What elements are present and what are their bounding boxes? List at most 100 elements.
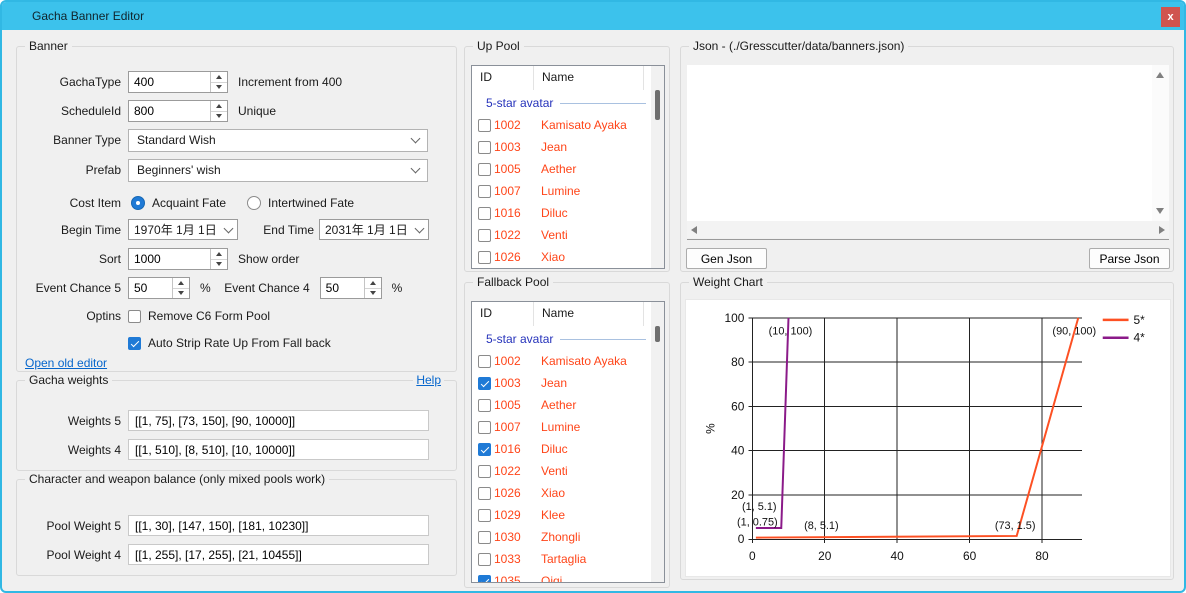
schedule-id-spinner[interactable] <box>128 100 228 122</box>
open-old-editor-link[interactable]: Open old editor <box>25 356 107 370</box>
row-checkbox[interactable] <box>478 251 491 264</box>
name-column-header[interactable]: Name <box>534 302 644 326</box>
horizontal-scrollbar[interactable] <box>687 221 1169 238</box>
row-checkbox[interactable] <box>478 509 491 522</box>
json-textarea-wrap <box>687 65 1169 221</box>
list-item[interactable]: 1007Lumine <box>472 416 653 438</box>
scroll-left-icon[interactable] <box>691 226 697 234</box>
spin-down-button[interactable] <box>211 82 227 93</box>
weights-4-input[interactable] <box>129 440 428 459</box>
row-checkbox[interactable] <box>478 399 491 412</box>
scroll-down-icon[interactable] <box>1156 208 1164 214</box>
scrollbar-thumb[interactable] <box>655 326 660 342</box>
list-item[interactable]: 1022Venti <box>472 460 653 482</box>
prefab-combobox[interactable]: Beginners' wish <box>128 159 428 182</box>
row-checkbox[interactable] <box>478 355 491 368</box>
spin-down-button[interactable] <box>365 288 381 299</box>
spin-up-button[interactable] <box>365 278 381 288</box>
banner-type-combobox[interactable]: Standard Wish <box>128 129 428 152</box>
row-checkbox[interactable] <box>478 207 491 220</box>
close-button[interactable]: x <box>1161 7 1180 27</box>
row-checkbox[interactable] <box>478 575 491 584</box>
spin-up-button[interactable] <box>211 101 227 111</box>
row-checkbox[interactable] <box>478 229 491 242</box>
scroll-up-icon[interactable] <box>1156 72 1164 78</box>
list-item[interactable]: 1003Jean <box>472 136 653 158</box>
row-checkbox[interactable] <box>478 421 491 434</box>
list-item[interactable]: 1033Tartaglia <box>472 548 653 570</box>
list-item[interactable]: 1005Aether <box>472 394 653 416</box>
acquaint-fate-radio[interactable] <box>131 196 145 210</box>
list-item[interactable]: 1002Kamisato Ayaka <box>472 350 653 372</box>
event-chance-4-input[interactable] <box>321 278 364 298</box>
spin-down-button[interactable] <box>211 111 227 122</box>
fallback-pool-list[interactable]: ID Name 5-star avatar 1002Kamisato Ayaka… <box>471 301 665 583</box>
spin-down-button[interactable] <box>173 288 189 299</box>
list-item[interactable]: 1002Kamisato Ayaka <box>472 114 653 136</box>
gacha-type-spinner[interactable] <box>128 71 228 93</box>
row-checkbox[interactable] <box>478 487 491 500</box>
spin-up-button[interactable] <box>173 278 189 288</box>
json-textarea[interactable] <box>687 65 1152 221</box>
sort-input[interactable] <box>129 249 210 269</box>
auto-strip-label[interactable]: Auto Strip Rate Up From Fall back <box>148 336 331 350</box>
event-chance-5-spinner[interactable] <box>128 277 190 299</box>
item-id: 1026 <box>494 250 541 264</box>
row-checkbox[interactable] <box>478 443 491 456</box>
list-item[interactable]: 1005Aether <box>472 158 653 180</box>
begin-time-datepicker[interactable]: 1970年 1月 1日 <box>128 219 238 240</box>
list-item[interactable]: 1029Klee <box>472 504 653 526</box>
row-checkbox[interactable] <box>478 163 491 176</box>
intertwined-fate-radio[interactable] <box>247 196 261 210</box>
remove-c6-label[interactable]: Remove C6 Form Pool <box>148 309 270 323</box>
spin-up-button[interactable] <box>211 72 227 82</box>
vertical-scrollbar[interactable] <box>651 66 664 268</box>
row-checkbox[interactable] <box>478 119 491 132</box>
pool-weight-5-field[interactable] <box>128 515 429 536</box>
gen-json-button[interactable]: Gen Json <box>686 248 767 269</box>
spin-up-button[interactable] <box>211 249 227 259</box>
event-chance-5-input[interactable] <box>129 278 172 298</box>
row-checkbox[interactable] <box>478 465 491 478</box>
id-column-header[interactable]: ID <box>472 66 534 90</box>
row-checkbox[interactable] <box>478 531 491 544</box>
name-column-header[interactable]: Name <box>534 66 644 90</box>
vertical-scrollbar[interactable] <box>651 302 664 582</box>
list-item[interactable]: 1030Zhongli <box>472 526 653 548</box>
list-item[interactable]: 1035Qiqi <box>472 570 653 583</box>
list-item[interactable]: 1003Jean <box>472 372 653 394</box>
intertwined-fate-label[interactable]: Intertwined Fate <box>268 196 354 210</box>
sort-spinner[interactable] <box>128 248 228 270</box>
scroll-right-icon[interactable] <box>1159 226 1165 234</box>
pool-weight-4-input[interactable] <box>129 545 428 564</box>
weights-5-field[interactable] <box>128 410 429 431</box>
acquaint-fate-label[interactable]: Acquaint Fate <box>152 196 226 210</box>
schedule-id-input[interactable] <box>129 101 210 121</box>
event-chance-4-spinner[interactable] <box>320 277 382 299</box>
spin-down-button[interactable] <box>211 259 227 270</box>
row-checkbox[interactable] <box>478 141 491 154</box>
end-time-datepicker[interactable]: 2031年 1月 1日 <box>319 219 429 240</box>
up-pool-list[interactable]: ID Name 5-star avatar 1002Kamisato Ayaka… <box>471 65 665 269</box>
help-link[interactable]: Help <box>413 373 444 388</box>
remove-c6-checkbox[interactable] <box>128 310 141 323</box>
pool-weight-5-input[interactable] <box>129 516 428 535</box>
row-checkbox[interactable] <box>478 185 491 198</box>
row-checkbox[interactable] <box>478 377 491 390</box>
list-item[interactable]: 1022Venti <box>472 224 653 246</box>
parse-json-button[interactable]: Parse Json <box>1089 248 1170 269</box>
gacha-type-input[interactable] <box>129 72 210 92</box>
row-checkbox[interactable] <box>478 553 491 566</box>
id-column-header[interactable]: ID <box>472 302 534 326</box>
weights-4-field[interactable] <box>128 439 429 460</box>
list-item[interactable]: 1007Lumine <box>472 180 653 202</box>
auto-strip-checkbox[interactable] <box>128 337 141 350</box>
weights-5-input[interactable] <box>129 411 428 430</box>
list-item[interactable]: 1026Xiao <box>472 482 653 504</box>
list-item[interactable]: 1016Diluc <box>472 438 653 460</box>
pool-weight-4-field[interactable] <box>128 544 429 565</box>
list-item[interactable]: 1016Diluc <box>472 202 653 224</box>
scrollbar-thumb[interactable] <box>655 90 660 120</box>
list-item[interactable]: 1026Xiao <box>472 246 653 268</box>
vertical-scrollbar[interactable] <box>1152 65 1169 221</box>
